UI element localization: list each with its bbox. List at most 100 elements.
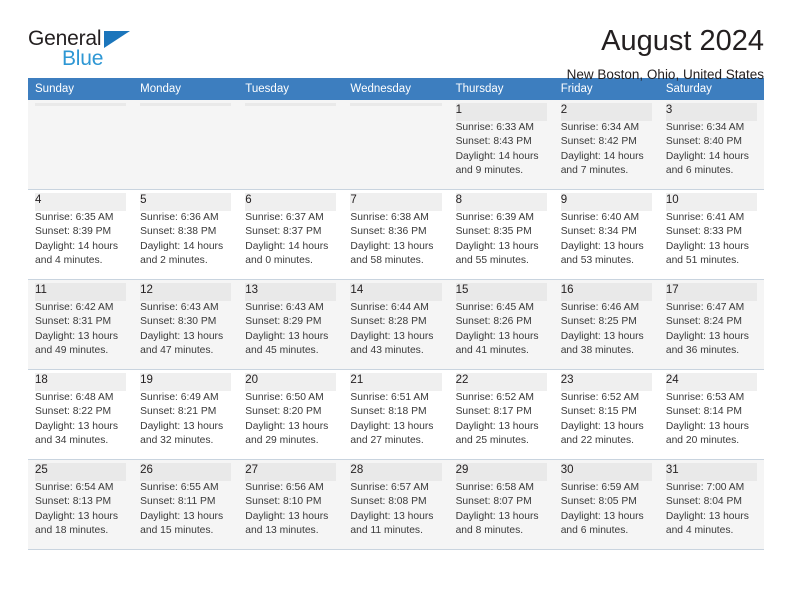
calendar-day-cell[interactable]: 4 Sunrise: 6:35 AM Sunset: 8:39 PM Daylight… — [28, 189, 134, 280]
calendar-day-cell[interactable]: 2 Sunrise: 6:34 AM Sunset: 8:42 PM Daylight… — [553, 100, 659, 190]
weekday-header-sunday: Sunday — [28, 78, 134, 100]
sunset-text: Sunset: 8:35 PM — [455, 226, 532, 238]
day-cell-content: 7 Sunrise: 6:38 AM Sunset: 8:36 PM Daylight… — [343, 190, 448, 268]
calendar-day-cell[interactable]: 3 Sunrise: 6:34 AM Sunset: 8:40 PM Daylight… — [658, 100, 764, 190]
daylight-text: Daylight: 13 hours — [560, 420, 644, 432]
calendar-day-cell[interactable]: 15 Sunrise: 6:45 AM Sunset: 8:26 PM Dayligh… — [448, 279, 554, 370]
calendar-day-cell-empty — [133, 100, 239, 190]
day-cell-content: 8 Sunrise: 6:39 AM Sunset: 8:35 PM Daylight… — [449, 190, 554, 268]
sunrise-text: Sunrise: 6:38 AM — [350, 212, 429, 223]
daylight-text-cont: and 32 minutes. — [140, 434, 214, 446]
sunrise-text: Sunrise: 6:42 AM — [35, 302, 114, 313]
calendar-day-cell[interactable]: 20 Sunrise: 6:50 AM Sunset: 8:20 PM Dayligh… — [238, 369, 344, 460]
calendar-day-cell[interactable]: 31 Sunrise: 7:00 AM Sunset: 8:04 PM Dayligh… — [658, 459, 764, 550]
logo-text-general: General — [28, 27, 102, 50]
day-number: 4 — [35, 193, 127, 211]
calendar-day-cell[interactable]: 6 Sunrise: 6:37 AM Sunset: 8:37 PM Daylight… — [238, 189, 344, 280]
daylight-text: Daylight: 13 hours — [665, 330, 749, 342]
day-number: 16 — [560, 283, 652, 301]
day-cell-content: 30 Sunrise: 6:59 AM Sunset: 8:05 PM Dayligh… — [554, 460, 659, 538]
location-subtitle: New Boston, Ohio, United States — [566, 67, 764, 83]
calendar-day-cell[interactable]: 24 Sunrise: 6:53 AM Sunset: 8:14 PM Dayligh… — [658, 369, 764, 460]
calendar-day-cell-empty — [238, 100, 344, 190]
sunset-text: Sunset: 8:26 PM — [455, 316, 532, 328]
daylight-text: Daylight: 13 hours — [245, 510, 329, 522]
calendar-day-cell[interactable]: 28 Sunrise: 6:57 AM Sunset: 8:08 PM Dayligh… — [343, 459, 449, 550]
day-number: 29 — [455, 463, 547, 481]
sunrise-text: Sunrise: 6:58 AM — [455, 482, 534, 493]
sunrise-text: Sunrise: 6:33 AM — [455, 122, 534, 133]
day-number: 12 — [140, 283, 232, 301]
daylight-text-cont: and 7 minutes. — [560, 164, 629, 176]
daylight-text: Daylight: 14 hours — [35, 240, 118, 252]
calendar-day-cell[interactable]: 29 Sunrise: 6:58 AM Sunset: 8:07 PM Dayligh… — [448, 459, 554, 550]
logo-text-blue: Blue — [62, 47, 104, 70]
day-number: 21 — [350, 373, 442, 391]
daylight-text-cont: and 41 minutes. — [455, 344, 529, 356]
day-cell-content: 20 Sunrise: 6:50 AM Sunset: 8:20 PM Dayligh… — [238, 370, 343, 448]
day-cell-content: 23 Sunrise: 6:52 AM Sunset: 8:15 PM Dayligh… — [554, 370, 659, 448]
daylight-text-cont: and 34 minutes. — [35, 434, 109, 446]
calendar-day-cell[interactable]: 8 Sunrise: 6:39 AM Sunset: 8:35 PM Daylight… — [448, 189, 554, 280]
day-cell-content: 16 Sunrise: 6:46 AM Sunset: 8:25 PM Dayligh… — [554, 280, 659, 358]
day-cell-content — [343, 100, 448, 106]
sunset-text: Sunset: 8:37 PM — [245, 226, 322, 238]
calendar-day-cell[interactable]: 30 Sunrise: 6:59 AM Sunset: 8:05 PM Dayligh… — [553, 459, 659, 550]
calendar-page: General Blue August 2024 New Boston, Ohi… — [0, 0, 792, 612]
calendar-day-cell[interactable]: 21 Sunrise: 6:51 AM Sunset: 8:18 PM Dayligh… — [343, 369, 449, 460]
day-cell-content: 4 Sunrise: 6:35 AM Sunset: 8:39 PM Daylight… — [28, 190, 133, 268]
calendar-day-cell[interactable]: 26 Sunrise: 6:55 AM Sunset: 8:11 PM Dayligh… — [133, 459, 239, 550]
day-number: 7 — [350, 193, 442, 211]
day-number: 27 — [245, 463, 337, 481]
daylight-text-cont: and 55 minutes. — [455, 254, 529, 266]
calendar-day-cell[interactable]: 10 Sunrise: 6:41 AM Sunset: 8:33 PM Dayligh… — [658, 189, 764, 280]
daylight-text: Daylight: 13 hours — [140, 420, 224, 432]
daylight-text-cont: and 6 minutes. — [665, 164, 734, 176]
calendar-day-cell[interactable]: 16 Sunrise: 6:46 AM Sunset: 8:25 PM Dayligh… — [553, 279, 659, 370]
daylight-text-cont: and 18 minutes. — [35, 524, 109, 536]
daylight-text-cont: and 0 minutes. — [245, 254, 313, 266]
calendar-day-cell[interactable]: 25 Sunrise: 6:54 AM Sunset: 8:13 PM Dayligh… — [28, 459, 134, 550]
calendar-day-cell-empty — [28, 100, 134, 190]
day-number: 20 — [245, 373, 337, 391]
day-number: 28 — [350, 463, 442, 481]
daylight-text-cont: and 47 minutes. — [140, 344, 214, 356]
sunrise-text: Sunrise: 6:52 AM — [455, 392, 534, 403]
calendar-day-cell[interactable]: 19 Sunrise: 6:49 AM Sunset: 8:21 PM Dayligh… — [133, 369, 239, 460]
calendar-day-cell[interactable]: 22 Sunrise: 6:52 AM Sunset: 8:17 PM Dayligh… — [448, 369, 554, 460]
day-number: 11 — [35, 283, 127, 301]
sunset-text: Sunset: 8:08 PM — [350, 496, 427, 508]
sunrise-text: Sunrise: 6:51 AM — [350, 392, 429, 403]
daylight-text-cont: and 29 minutes. — [245, 434, 319, 446]
calendar-day-cell[interactable]: 23 Sunrise: 6:52 AM Sunset: 8:15 PM Dayligh… — [553, 369, 659, 460]
day-number: 9 — [560, 193, 652, 211]
sunset-text: Sunset: 8:43 PM — [455, 136, 532, 148]
daylight-text: Daylight: 13 hours — [560, 240, 644, 252]
sunset-text: Sunset: 8:10 PM — [245, 496, 322, 508]
daylight-text-cont: and 4 minutes. — [35, 254, 103, 266]
calendar-day-cell[interactable]: 12 Sunrise: 6:43 AM Sunset: 8:30 PM Dayligh… — [133, 279, 239, 370]
daylight-text-cont: and 15 minutes. — [140, 524, 214, 536]
daylight-text-cont: and 13 minutes. — [245, 524, 319, 536]
day-cell-content: 12 Sunrise: 6:43 AM Sunset: 8:30 PM Dayligh… — [133, 280, 238, 358]
calendar-day-cell[interactable]: 27 Sunrise: 6:56 AM Sunset: 8:10 PM Dayligh… — [238, 459, 344, 550]
daylight-text-cont: and 4 minutes. — [665, 524, 734, 536]
calendar-day-cell[interactable]: 11 Sunrise: 6:42 AM Sunset: 8:31 PM Dayligh… — [28, 279, 134, 370]
calendar-day-cell[interactable]: 14 Sunrise: 6:44 AM Sunset: 8:28 PM Dayligh… — [343, 279, 449, 370]
calendar-day-cell[interactable]: 17 Sunrise: 6:47 AM Sunset: 8:24 PM Dayligh… — [658, 279, 764, 370]
calendar-day-cell[interactable]: 13 Sunrise: 6:43 AM Sunset: 8:29 PM Dayligh… — [238, 279, 344, 370]
calendar-day-cell[interactable]: 5 Sunrise: 6:36 AM Sunset: 8:38 PM Daylight… — [133, 189, 239, 280]
calendar-week-row: 11 Sunrise: 6:42 AM Sunset: 8:31 PM Dayligh… — [28, 279, 764, 370]
calendar-day-cell[interactable]: 18 Sunrise: 6:48 AM Sunset: 8:22 PM Dayligh… — [28, 369, 134, 460]
calendar-day-cell[interactable]: 9 Sunrise: 6:40 AM Sunset: 8:34 PM Daylight… — [553, 189, 659, 280]
generalblue-logo[interactable]: General Blue — [28, 26, 140, 72]
daylight-text: Daylight: 13 hours — [140, 510, 224, 522]
weekday-header-tuesday: Tuesday — [238, 78, 344, 100]
day-number — [140, 103, 232, 106]
daylight-text: Daylight: 13 hours — [455, 330, 539, 342]
calendar-day-cell[interactable]: 1 Sunrise: 6:33 AM Sunset: 8:43 PM Daylight… — [448, 100, 554, 190]
calendar-day-cell[interactable]: 7 Sunrise: 6:38 AM Sunset: 8:36 PM Daylight… — [343, 189, 449, 280]
day-number: 19 — [140, 373, 232, 391]
day-cell-content: 25 Sunrise: 6:54 AM Sunset: 8:13 PM Dayligh… — [28, 460, 133, 538]
day-number: 5 — [140, 193, 232, 211]
